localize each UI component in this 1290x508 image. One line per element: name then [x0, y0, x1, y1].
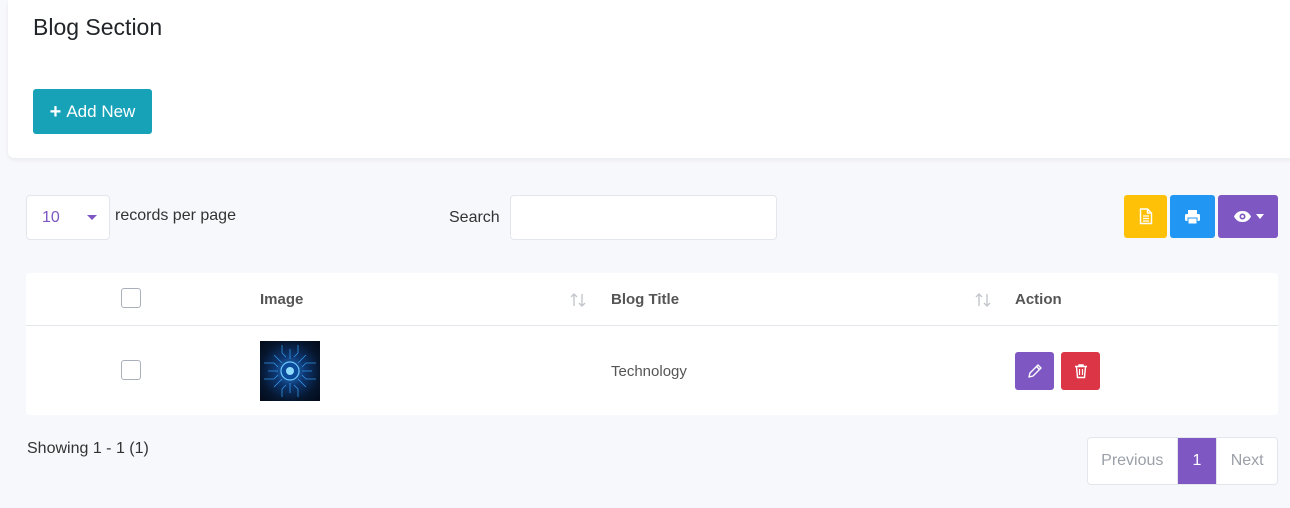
- caret-down-icon: [1255, 214, 1264, 219]
- trash-icon: [1074, 364, 1087, 379]
- add-new-button[interactable]: + Add New: [33, 89, 152, 134]
- per-page-value: 10: [42, 208, 60, 226]
- records-summary: Showing 1 - 1 (1): [27, 440, 149, 457]
- delete-button[interactable]: [1061, 352, 1100, 390]
- table-header: Image Blog Title Action: [26, 273, 1278, 326]
- document-icon: [1139, 208, 1152, 225]
- page-title: Blog Section: [33, 14, 163, 40]
- column-header-blog-title: Blog Title: [611, 291, 680, 308]
- search-label: Search: [449, 209, 500, 226]
- caret-down-icon: [87, 215, 97, 220]
- pagination: Previous 1 Next: [1087, 437, 1278, 485]
- row-checkbox[interactable]: [121, 360, 141, 380]
- plus-icon: +: [49, 100, 62, 123]
- export-document-button[interactable]: [1124, 195, 1167, 238]
- blog-image-thumbnail: [260, 341, 320, 401]
- page-1-button[interactable]: 1: [1177, 438, 1217, 484]
- pencil-icon: [1027, 364, 1042, 378]
- header-card: Blog Section + Add New: [8, 0, 1290, 158]
- print-icon: [1185, 209, 1200, 224]
- add-new-label: Add New: [66, 101, 136, 121]
- records-per-page-select[interactable]: 10: [26, 195, 110, 240]
- blog-title-cell: Technology: [611, 363, 687, 380]
- sort-icon[interactable]: [974, 292, 992, 308]
- eye-icon: [1233, 211, 1251, 222]
- column-header-image: Image: [260, 291, 304, 308]
- select-all-checkbox[interactable]: [121, 288, 141, 308]
- next-page-button[interactable]: Next: [1216, 438, 1277, 484]
- search-input[interactable]: [510, 195, 777, 240]
- previous-page-button[interactable]: Previous: [1088, 438, 1178, 484]
- column-visibility-button[interactable]: [1218, 195, 1278, 238]
- column-header-action: Action: [1015, 291, 1062, 308]
- sort-icon[interactable]: [569, 292, 587, 308]
- blog-table: Image Blog Title Action Technology: [26, 273, 1278, 415]
- print-button[interactable]: [1170, 195, 1215, 238]
- per-page-label: records per page: [115, 207, 236, 224]
- edit-button[interactable]: [1015, 352, 1054, 390]
